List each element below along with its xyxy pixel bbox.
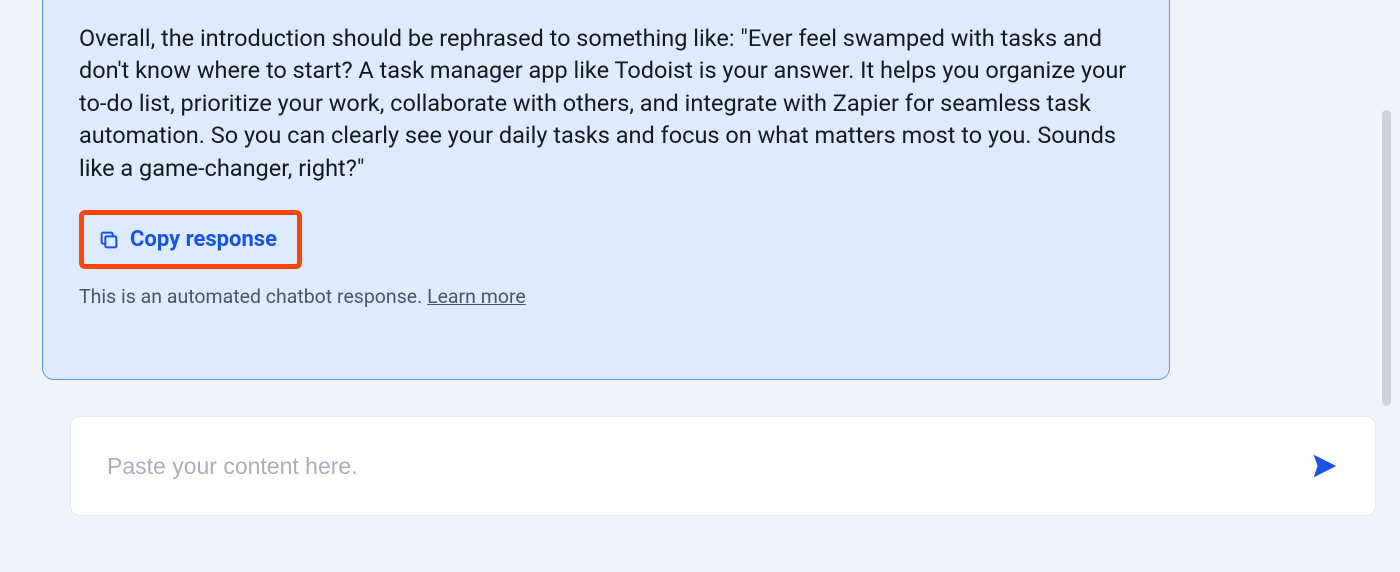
chat-response-bubble: Overall, the introduction should be reph… xyxy=(42,0,1170,380)
send-button[interactable] xyxy=(1305,446,1345,486)
chat-input[interactable] xyxy=(107,453,1305,480)
scrollbar-thumb[interactable] xyxy=(1382,110,1391,406)
copy-response-label: Copy response xyxy=(130,227,277,252)
response-text: Overall, the introduction should be reph… xyxy=(79,22,1133,184)
disclaimer-text: This is an automated chatbot response. xyxy=(79,285,427,308)
response-disclaimer: This is an automated chatbot response. L… xyxy=(79,285,1133,308)
copy-icon xyxy=(98,229,120,251)
copy-response-button[interactable]: Copy response xyxy=(79,210,302,269)
learn-more-link[interactable]: Learn more xyxy=(427,285,526,308)
chat-composer xyxy=(70,416,1376,516)
send-icon xyxy=(1310,451,1340,481)
